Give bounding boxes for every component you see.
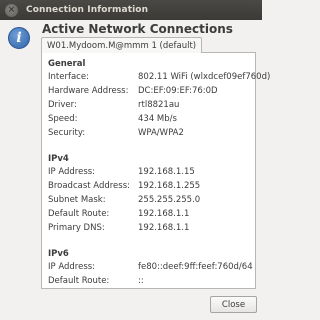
info-row: Default Route: 192.168.1.1 bbox=[48, 209, 253, 221]
row-value: DC:EF:09:EF:76:0D bbox=[138, 86, 218, 96]
row-label: IP Address: bbox=[48, 262, 96, 272]
row-label: Default Route: bbox=[48, 209, 110, 219]
close-button[interactable]: Close bbox=[210, 296, 257, 313]
row-label: Subnet Mask: bbox=[48, 195, 106, 205]
section-general-title: General bbox=[48, 59, 86, 69]
info-row: Primary DNS: 192.168.1.1 bbox=[48, 223, 253, 235]
row-value: WPA/WPA2 bbox=[138, 128, 184, 138]
info-row: Driver: rtl8821au bbox=[48, 100, 253, 112]
window-close-icon[interactable]: × bbox=[5, 3, 18, 17]
row-label: Primary DNS: bbox=[48, 223, 105, 233]
info-row: Speed: 434 Mb/s bbox=[48, 114, 253, 126]
row-label: Hardware Address: bbox=[48, 86, 129, 96]
info-row: Security: WPA/WPA2 bbox=[48, 128, 253, 140]
window-title: Connection Information bbox=[26, 5, 149, 15]
info-row: Interface: 802.11 WiFi (wlxdcef09ef760d) bbox=[48, 72, 270, 84]
row-label: Driver: bbox=[48, 100, 77, 110]
row-label: IP Address: bbox=[48, 167, 96, 177]
info-row: Broadcast Address: 192.168.1.255 bbox=[48, 181, 253, 193]
section-ipv4-title: IPv4 bbox=[48, 154, 69, 164]
row-value: rtl8821au bbox=[138, 100, 180, 110]
row-value: 434 Mb/s bbox=[138, 114, 177, 124]
row-value: 255.255.255.0 bbox=[138, 195, 201, 205]
row-label: Default Route: bbox=[48, 276, 110, 286]
row-value: 192.168.1.1 bbox=[138, 209, 190, 219]
info-row: Default Route: :: bbox=[48, 276, 253, 288]
connection-details-panel: General Interface: 802.11 WiFi (wlxdcef0… bbox=[41, 52, 270, 289]
row-label: Interface: bbox=[48, 72, 89, 82]
info-icon: i bbox=[8, 27, 30, 49]
row-label: Speed: bbox=[48, 114, 78, 124]
info-row: Hardware Address: DC:EF:09:EF:76:0D bbox=[48, 86, 253, 98]
page-title: Active Network Connections bbox=[42, 22, 233, 36]
title-bar: × Connection Information bbox=[0, 0, 262, 20]
row-label: Broadcast Address: bbox=[48, 181, 131, 191]
info-row: IP Address: 192.168.1.15 bbox=[48, 167, 253, 179]
tab-connection[interactable]: W01.Mydoom.M@mmm 1 (default) bbox=[41, 37, 203, 53]
row-label: Security: bbox=[48, 128, 86, 138]
row-value: fe80::deef:9ff:feef:760d/64 bbox=[138, 262, 253, 272]
row-value: 192.168.1.1 bbox=[138, 223, 190, 233]
section-ipv6-title: IPv6 bbox=[48, 249, 69, 259]
row-value: 192.168.1.255 bbox=[138, 181, 201, 191]
row-value: :: bbox=[138, 276, 144, 286]
info-row: IP Address: fe80::deef:9ff:feef:760d/64 bbox=[48, 262, 253, 274]
row-value: 802.11 WiFi (wlxdcef09ef760d) bbox=[138, 72, 271, 82]
row-value: 192.168.1.15 bbox=[138, 167, 195, 177]
info-row: Subnet Mask: 255.255.255.0 bbox=[48, 195, 253, 207]
